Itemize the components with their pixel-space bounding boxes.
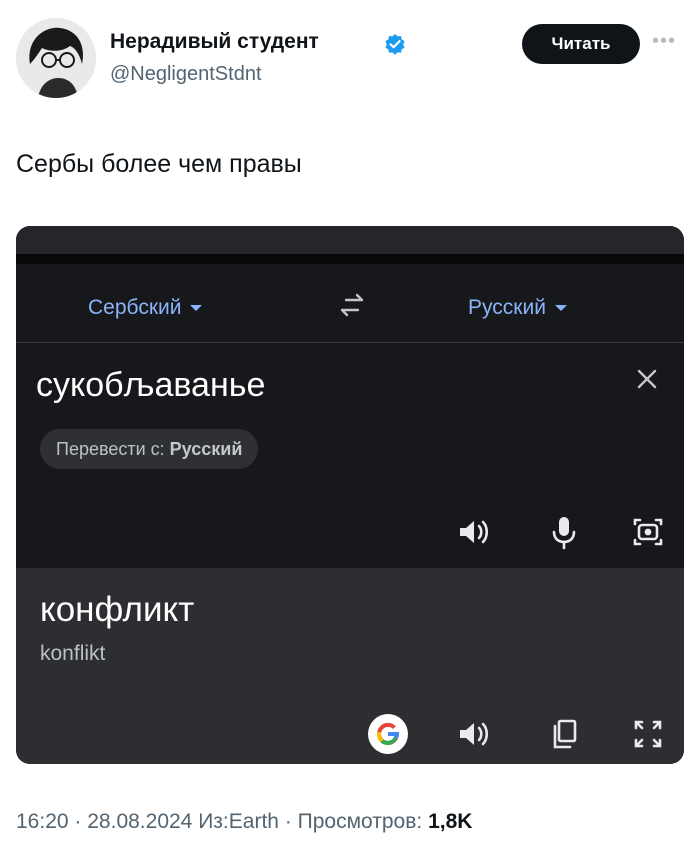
tweet-text: Сербы более чем правы: [16, 150, 302, 178]
microphone-icon[interactable]: [544, 512, 584, 552]
copy-icon[interactable]: [544, 714, 584, 754]
speaker-icon[interactable]: [454, 714, 494, 754]
detect-language: Русский: [169, 438, 243, 459]
speaker-icon[interactable]: [454, 512, 494, 552]
swap-languages-icon[interactable]: [334, 290, 370, 320]
tweet-media-image[interactable]: Сербский Русский сукобљаванье Перевести …: [16, 226, 684, 764]
tweet-time[interactable]: 16:20: [16, 810, 69, 833]
target-language-selector[interactable]: Русский: [468, 296, 567, 320]
source-language-selector[interactable]: Сербский: [88, 296, 203, 320]
target-language-label: Русский: [468, 296, 546, 319]
divider: [16, 342, 684, 343]
chevron-down-icon: [190, 305, 203, 312]
views-count: 1,8K: [428, 810, 473, 833]
translation-result-panel: конфликт konflikt: [16, 568, 684, 764]
google-logo-icon[interactable]: [368, 714, 408, 754]
chevron-down-icon: [554, 305, 567, 312]
source-language-label: Сербский: [88, 296, 182, 319]
tweet-meta: 16:20 · 28.08.2024 Из:Earth · Просмотров…: [16, 810, 472, 834]
expand-icon[interactable]: [628, 714, 668, 754]
author-handle[interactable]: @NegligentStdnt: [110, 63, 262, 86]
tweet-date[interactable]: 28.08.2024: [87, 810, 192, 833]
card-top-strip: [16, 226, 684, 254]
detect-language-chip[interactable]: Перевести с: Русский: [40, 429, 259, 469]
author-name[interactable]: Нерадивый студент: [110, 30, 319, 54]
translation-text: конфликт: [40, 590, 195, 629]
card-top-bar: [16, 254, 684, 264]
detect-prefix: Перевести с:: [56, 438, 165, 459]
follow-button[interactable]: Читать: [522, 24, 640, 64]
more-options-icon[interactable]: •••: [652, 30, 676, 53]
separator: ·: [74, 810, 82, 833]
verified-badge-icon: [384, 33, 406, 55]
close-icon[interactable]: [632, 364, 662, 394]
views-label: Просмотров:: [297, 810, 423, 833]
source-text[interactable]: сукобљаванье: [36, 366, 265, 405]
camera-icon[interactable]: [628, 512, 668, 552]
separator: ·: [284, 810, 292, 833]
avatar[interactable]: [16, 18, 96, 98]
tweet-source: Из:Earth: [198, 810, 279, 833]
transliteration-text: konflikt: [40, 642, 106, 665]
